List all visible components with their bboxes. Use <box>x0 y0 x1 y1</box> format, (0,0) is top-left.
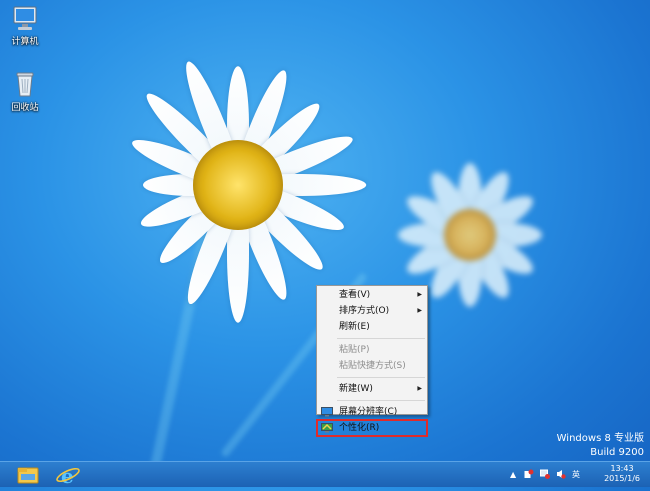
desktop-icon-computer[interactable]: 计算机 <box>0 6 50 47</box>
clock-time: 13:43 <box>610 464 634 473</box>
recycle-bin-icon <box>16 72 34 97</box>
computer-icon <box>13 6 37 30</box>
menu-item-screen-resolution[interactable]: 屏幕分辨率(C) <box>317 404 427 420</box>
menu-item-personalize[interactable]: 个性化(R) <box>316 419 428 437</box>
menu-item-new[interactable]: 新建(W) ▶ <box>317 381 427 397</box>
clock-date: 2015/1/6 <box>604 474 640 483</box>
input-method-indicator[interactable]: 英 <box>572 469 580 480</box>
desktop-icon-label: 回收站 <box>11 103 39 113</box>
watermark-edition: Windows 8 专业版 <box>556 433 644 444</box>
internet-explorer-icon: e <box>56 464 80 488</box>
desktop[interactable]: 计算机 回收站 查看(V) ▶ 排序方式(O) ▶ 刷新(E) 粘贴(P) 粘贴… <box>0 0 650 461</box>
menu-item-label: 个性化(R) <box>339 423 380 433</box>
menu-item-label: 查看(V) <box>339 290 371 300</box>
action-center-icon[interactable] <box>524 469 534 479</box>
menu-item-label: 新建(W) <box>339 384 373 394</box>
network-icon[interactable] <box>540 469 550 479</box>
personalize-icon <box>321 423 333 433</box>
taskbar-internet-explorer-button[interactable]: e <box>50 463 86 488</box>
windows-watermark: Windows 8 专业版 Build 9200 <box>557 432 644 460</box>
system-tray: ▲ 英 13:43 2015/1/6 <box>510 462 650 488</box>
menu-item-label: 粘贴快捷方式(S) <box>339 361 406 371</box>
taskbar-file-explorer-button[interactable] <box>10 463 46 487</box>
file-explorer-icon <box>17 467 39 484</box>
volume-icon[interactable] <box>556 469 566 479</box>
menu-item-view[interactable]: 查看(V) ▶ <box>317 287 427 303</box>
submenu-arrow-icon: ▶ <box>417 307 422 314</box>
desktop-icon-recycle-bin[interactable]: 回收站 <box>0 70 50 113</box>
desktop-context-menu: 查看(V) ▶ 排序方式(O) ▶ 刷新(E) 粘贴(P) 粘贴快捷方式(S) … <box>316 285 428 437</box>
svg-text:e: e <box>61 464 74 487</box>
screen-resolution-icon <box>321 407 333 417</box>
submenu-arrow-icon: ▶ <box>417 291 422 298</box>
menu-item-label: 粘贴(P) <box>339 345 370 355</box>
show-hidden-icons-arrow-icon[interactable]: ▲ <box>510 470 516 479</box>
menu-item-label: 屏幕分辨率(C) <box>339 407 398 417</box>
watermark-build: Build 9200 <box>590 447 644 458</box>
taskbar: e ▲ 英 13:43 2015/1/6 <box>0 461 650 488</box>
menu-item-label: 刷新(E) <box>339 322 370 332</box>
menu-item-paste-shortcut: 粘贴快捷方式(S) <box>317 358 427 374</box>
menu-item-sort[interactable]: 排序方式(O) ▶ <box>317 303 427 319</box>
menu-separator <box>337 400 425 401</box>
taskbar-clock[interactable]: 13:43 2015/1/6 <box>604 464 640 484</box>
desktop-icon-label: 计算机 <box>11 37 39 47</box>
menu-item-refresh[interactable]: 刷新(E) <box>317 319 427 335</box>
menu-separator <box>337 377 425 378</box>
menu-item-paste: 粘贴(P) <box>317 342 427 358</box>
menu-item-label: 排序方式(O) <box>339 306 390 316</box>
submenu-arrow-icon: ▶ <box>417 385 422 392</box>
menu-separator <box>337 338 425 339</box>
